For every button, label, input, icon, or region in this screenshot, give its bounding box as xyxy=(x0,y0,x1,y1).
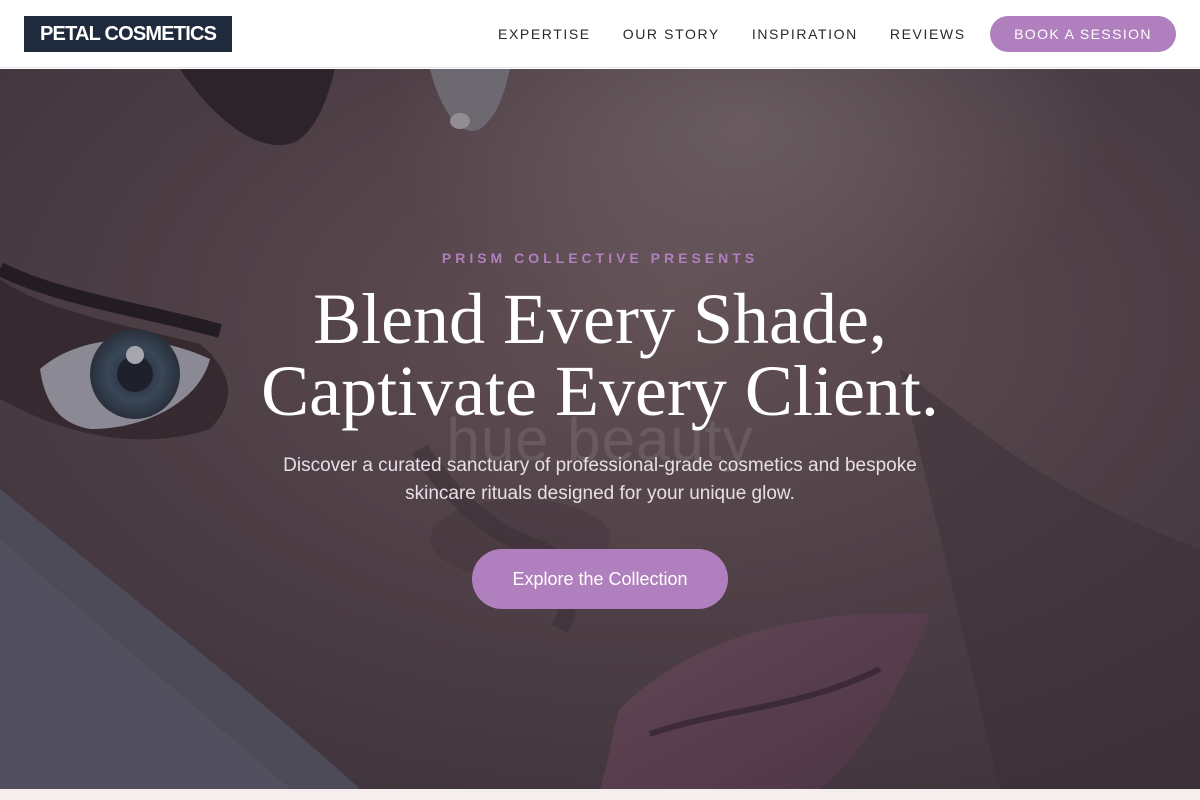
nav-item-inspiration[interactable]: INSPIRATION xyxy=(752,26,858,42)
hero-headline: Blend Every Shade, Captivate Every Clien… xyxy=(0,283,1200,427)
nav-item-reviews[interactable]: REVIEWS xyxy=(890,26,966,42)
hero-headline-line2: Captivate Every Client. xyxy=(261,351,939,431)
hero-subcopy: Discover a curated sanctuary of professi… xyxy=(283,455,917,504)
explore-collection-button[interactable]: Explore the Collection xyxy=(472,549,728,609)
main-nav: EXPERTISE OUR STORY INSPIRATION REVIEWS xyxy=(498,0,998,68)
next-section-edge xyxy=(0,789,1200,800)
brand-logo[interactable]: PETAL COSMETICS xyxy=(24,16,233,52)
book-session-button[interactable]: BOOK A SESSION xyxy=(990,16,1176,52)
nav-item-expertise[interactable]: EXPERTISE xyxy=(498,26,591,42)
nav-item-our-story[interactable]: OUR STORY xyxy=(623,26,720,42)
hero-kicker: PRISM COLLECTIVE PRESENTS xyxy=(441,250,759,266)
site-header: PETAL COSMETICS EXPERTISE OUR STORY INSP… xyxy=(0,0,1200,68)
hero-headline-line1: Blend Every Shade, xyxy=(313,279,887,359)
hero-section: hue beauty PRISM COLLECTIVE PRESENTS Ble… xyxy=(0,69,1200,789)
